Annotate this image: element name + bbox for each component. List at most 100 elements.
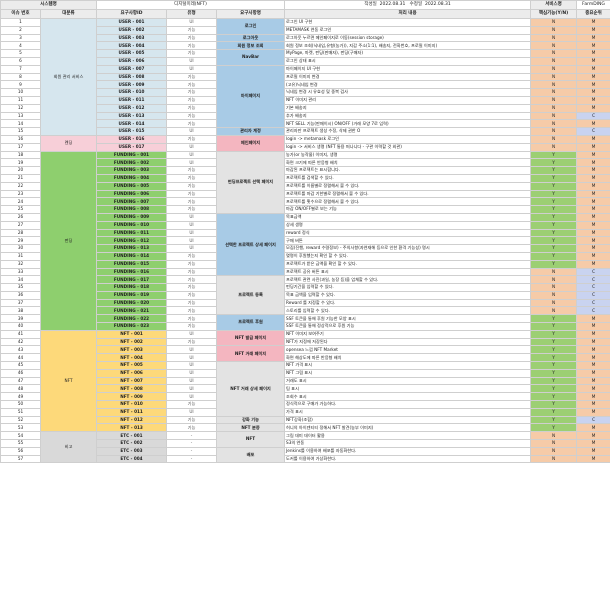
issue-number: 33	[0, 267, 41, 277]
core-flag: N	[530, 41, 578, 51]
requirement-desc: 허니의 아이덴티티 정해서 NFT 발견(농부 이미지)	[284, 423, 532, 433]
issue-number: 7	[0, 64, 41, 74]
issue-number: 10	[0, 88, 41, 97]
issue-number: 50	[0, 400, 41, 409]
requirement-type: 기능	[166, 197, 217, 207]
requirement-id: USER - 008	[96, 72, 167, 82]
priority: M	[576, 376, 610, 386]
core-flag: Y	[530, 322, 578, 331]
requirement-type: UI	[166, 353, 217, 363]
requirement-id: USER - 010	[96, 88, 167, 97]
issue-number: 3	[0, 33, 41, 43]
requirement-name: 강화 기능	[215, 415, 286, 425]
requirement-id: USER - 017	[96, 142, 167, 152]
issue-number: 8	[0, 72, 41, 82]
requirement-id: USER - 015	[96, 127, 167, 136]
requirement-id: FUNDING - 006	[96, 189, 167, 199]
requirement-type: 기능	[166, 251, 217, 261]
requirement-name: 펀딩프로젝트 선택 페이지	[215, 150, 286, 214]
priority: M	[576, 423, 610, 433]
priority: M	[576, 446, 610, 456]
requirement-type: 기능	[166, 25, 217, 35]
requirement-id: NFT - 002	[96, 337, 167, 347]
core-flag: N	[530, 290, 578, 300]
requirement-desc: 구매 버튼	[284, 236, 532, 246]
priority: C	[576, 283, 610, 292]
issue-number: 12	[0, 103, 41, 113]
priority: M	[576, 18, 610, 27]
requirement-desc: 조회수 표시	[284, 392, 532, 402]
requirement-desc: 펀딩기간을 입력할 수 있다.	[284, 283, 532, 292]
requirement-id: FUNDING - 008	[96, 205, 167, 214]
requirement-type: 기능	[166, 275, 217, 285]
requirement-id: FUNDING - 005	[96, 181, 167, 191]
core-flag: Y	[530, 329, 578, 339]
priority: C	[576, 298, 610, 308]
requirement-type: 기능	[166, 166, 217, 175]
requirement-type: -	[166, 439, 217, 448]
priority: M	[576, 407, 610, 417]
requirement-desc: 기본 배송지	[284, 103, 532, 113]
priority: M	[576, 134, 610, 144]
core-flag: N	[530, 275, 578, 285]
core-flag: N	[530, 306, 578, 316]
requirement-desc: NFT 가격 표시	[284, 361, 532, 370]
requirement-type: 기능	[166, 88, 217, 97]
requirement-id: FUNDING - 017	[96, 275, 167, 285]
requirement-id: USER - 012	[96, 103, 167, 113]
requirement-type: 기능	[166, 267, 217, 277]
requirement-id: NFT - 012	[96, 415, 167, 425]
issue-number: 21	[0, 173, 41, 183]
priority: M	[576, 454, 610, 464]
issue-number: 4	[0, 41, 41, 51]
requirements-table: 시스템명 디지털미레(NFT) 작성일 2022.08.31 수정일 2022.…	[0, 0, 610, 464]
priority: M	[576, 259, 610, 269]
issue-number: 5	[0, 49, 41, 58]
column-header-row: 이슈 번호 대분류 요구사항ID 유형 요구사항명 처리 내용 핵심기능(Y/N…	[0, 9, 610, 19]
revised-label: 수정일	[409, 1, 423, 7]
priority: M	[576, 33, 610, 43]
requirement-id: NFT - 006	[96, 368, 167, 378]
core-flag: N	[530, 283, 578, 292]
priority: M	[576, 142, 610, 152]
system-label: 시스템명	[0, 0, 97, 10]
issue-number: 22	[0, 181, 41, 191]
issue-number: 34	[0, 275, 41, 285]
requirement-id: NFT - 008	[96, 384, 167, 394]
requirement-type: UI	[166, 244, 217, 253]
issue-number: 49	[0, 392, 41, 402]
priority: M	[576, 88, 610, 97]
requirement-desc: 로그아웃 누르면 메인페이지로 이동(session storage)	[284, 33, 532, 43]
category-cell: 렌딩	[40, 134, 97, 152]
requirement-type: 기능	[166, 259, 217, 269]
requirement-desc: Reward 를 지정할 수 있다.	[284, 298, 532, 308]
requirement-type: UI	[166, 220, 217, 230]
requirement-desc: 목표 금액을 입력할 수 있다.	[284, 290, 532, 300]
core-flag: N	[530, 111, 578, 121]
col-header-no: 이슈 번호	[0, 9, 41, 19]
requirement-type: 기능	[166, 400, 217, 409]
requirement-id: NFT - 007	[96, 376, 167, 386]
issue-number: 13	[0, 111, 41, 121]
requirement-id: FUNDING - 013	[96, 244, 167, 253]
requirement-id: FUNDING - 014	[96, 251, 167, 261]
issue-number: 2	[0, 25, 41, 35]
priority: M	[576, 212, 610, 222]
requirement-id: FUNDING - 020	[96, 298, 167, 308]
priority: M	[576, 251, 610, 261]
core-flag: Y	[530, 228, 578, 238]
issue-number: 1	[0, 18, 41, 27]
requirement-id: FUNDING - 019	[96, 290, 167, 300]
col-header-desc: 처리 내용	[284, 9, 532, 19]
requirement-id: ETC - 002	[96, 439, 167, 448]
core-flag: Y	[530, 251, 578, 261]
requirement-id: USER - 011	[96, 95, 167, 105]
requirement-name: 로그아웃	[215, 33, 286, 43]
requirement-id: USER - 004	[96, 41, 167, 51]
category-cell: 회원 관리 서비스	[40, 18, 97, 136]
priority: M	[576, 72, 610, 82]
requirement-id: USER - 002	[96, 25, 167, 35]
requirement-desc: SSF 토큰을 통해 후원 기능한 모양 표시	[284, 314, 532, 324]
requirement-type: 기능	[166, 49, 217, 58]
issue-number: 28	[0, 228, 41, 238]
